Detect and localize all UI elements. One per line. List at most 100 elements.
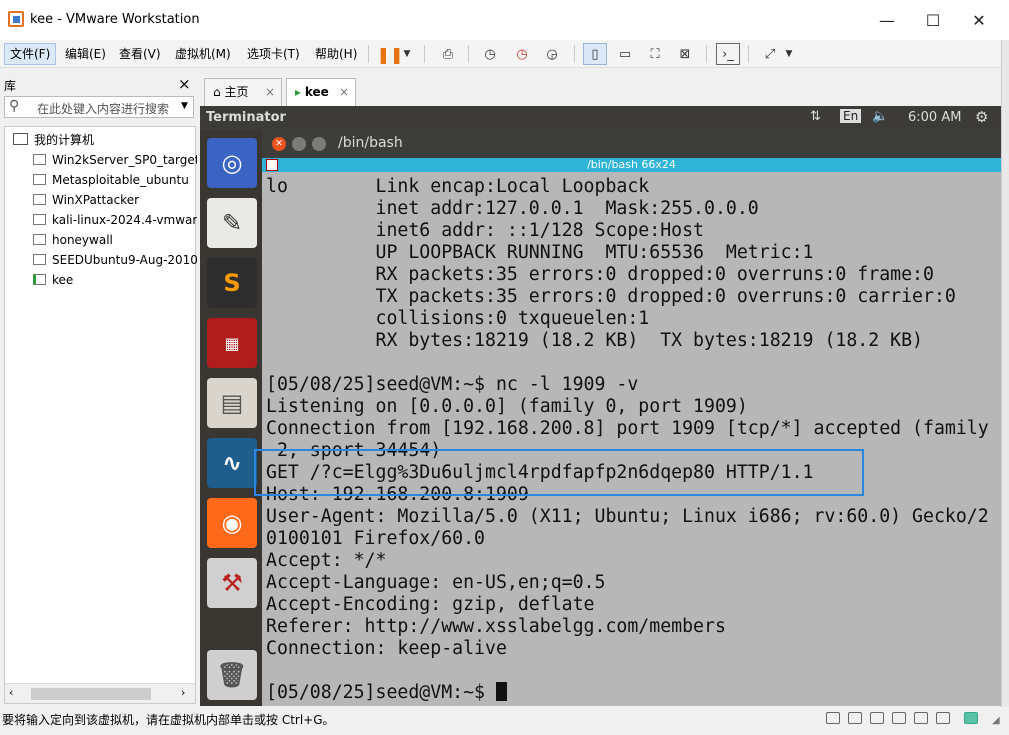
terminal-size-title: /bin/bash 66x24 xyxy=(587,158,676,171)
scroll-left-icon[interactable]: ‹ xyxy=(9,686,13,699)
volume-icon[interactable]: 🔈 xyxy=(872,109,888,124)
maximize-button[interactable]: ☐ xyxy=(910,6,956,34)
library-close-icon[interactable]: × xyxy=(178,75,191,93)
library-view-icon[interactable]: ▯ xyxy=(583,43,607,65)
guest-clock[interactable]: 6:00 AM xyxy=(908,110,961,125)
terminal-title-bar: /bin/bash 66x24 xyxy=(262,158,1001,172)
firefox-icon[interactable]: ◉ xyxy=(207,498,257,548)
tree-item-vm[interactable]: WinXPattacker xyxy=(33,191,197,209)
stretch-icon[interactable]: ⤢ xyxy=(758,43,782,65)
usb-icon[interactable] xyxy=(892,712,906,724)
terminal-prompt-line[interactable]: [05/08/25]seed@VM:~$ xyxy=(266,682,1001,704)
console-view-icon[interactable]: ▭ xyxy=(613,43,637,65)
terminal-line: Connection: keep-alive xyxy=(266,638,507,659)
status-bar: 要将输入定向到该虚拟机，请在虚拟机内部单击或按 Ctrl+G。 ◢ xyxy=(0,707,1009,735)
resize-grip-icon[interactable]: ◢ xyxy=(992,715,1000,726)
fullscreen-icon[interactable]: ⛶ xyxy=(643,43,667,65)
sound-card-icon[interactable] xyxy=(914,712,928,724)
snapshot-icon[interactable]: ◷ xyxy=(478,43,502,65)
tab-home[interactable]: ⌂ 主页 × xyxy=(204,78,282,106)
tab-kee[interactable]: ▸ kee × xyxy=(286,78,356,106)
message-icon[interactable] xyxy=(964,712,978,724)
vm-icon xyxy=(33,154,46,165)
menu-tabs[interactable]: 选项卡(T) xyxy=(242,43,305,65)
tab-close-icon[interactable]: × xyxy=(265,79,275,105)
tree-item-vm[interactable]: honeywall xyxy=(33,231,197,249)
tab-home-label: 主页 xyxy=(224,85,249,99)
vm-label: kee xyxy=(52,273,74,287)
vm-icon xyxy=(33,194,46,205)
horizontal-scrollbar[interactable]: ‹ › xyxy=(5,683,195,703)
menu-toolbar: 文件(F) 编辑(E) 查看(V) 虚拟机(M) 选项卡(T) 帮助(H) ❚❚… xyxy=(0,40,1001,68)
sublime-text-icon[interactable]: S xyxy=(207,258,257,308)
tree-item-vm[interactable]: Win2kServer_SP0_target xyxy=(33,151,197,169)
settings-gear-icon[interactable]: ⚙ xyxy=(975,108,988,126)
menu-file[interactable]: 文件(F) xyxy=(4,43,57,65)
close-button[interactable]: ✕ xyxy=(956,6,1002,34)
tree-item-vm[interactable]: Metasploitable_ubuntu xyxy=(33,171,197,189)
vm-label: WinXPattacker xyxy=(52,193,140,207)
menu-edit[interactable]: 编辑(E) xyxy=(60,43,111,65)
tree-item-vm[interactable]: SEEDUbuntu9-Aug-2010 xyxy=(33,251,197,269)
window-maximize-icon[interactable] xyxy=(312,137,326,151)
ubuntu-dash-icon[interactable]: ◎ xyxy=(207,138,257,188)
terminal-prompt: [05/08/25]seed@VM:~$ xyxy=(266,682,496,703)
unity-icon[interactable]: ⊠ xyxy=(673,43,697,65)
chevron-down-icon[interactable]: ▼ xyxy=(400,43,414,65)
scrollbar-thumb[interactable] xyxy=(31,688,151,700)
window-minimize-icon[interactable] xyxy=(292,137,306,151)
terminal-line: Referer: http://www.xsslabelgg.com/membe… xyxy=(266,616,726,637)
terminator-title-bar: ✕ /bin/bash xyxy=(262,130,1001,158)
vm-label: SEEDUbuntu9-Aug-2010 xyxy=(52,253,197,267)
tree-item-vm-running[interactable]: kee xyxy=(33,271,197,289)
library-search-input[interactable]: ⚲ 在此处键入内容进行搜索 ▼ xyxy=(4,96,194,118)
terminal-line: UP LOOPBACK RUNNING MTU:65536 Metric:1 xyxy=(266,242,814,263)
network-icon[interactable]: ⇅ xyxy=(810,109,821,124)
tab-close-icon[interactable]: × xyxy=(339,79,349,105)
wireshark-icon[interactable]: ∿ xyxy=(207,438,257,488)
snapshot-manager-icon[interactable]: ◶ xyxy=(540,43,564,65)
tree-root[interactable]: 我的计算机 xyxy=(13,131,94,149)
vm-icon xyxy=(33,174,46,185)
terminator-icon[interactable]: ▦ xyxy=(207,318,257,368)
vm-console[interactable]: Terminator ⇅ En 🔈 6:00 AM ⚙ ◎ ✎ S ▦ ▤ ∿ … xyxy=(200,106,1001,706)
chevron-down-icon[interactable]: ▼ xyxy=(181,101,188,111)
terminal-group-icon[interactable] xyxy=(266,159,278,171)
status-text: 要将输入定向到该虚拟机，请在虚拟机内部单击或按 Ctrl+G。 xyxy=(2,713,335,727)
terminal-icon[interactable]: ›_ xyxy=(716,43,740,65)
vm-label: kali-linux-2024.4-vmware xyxy=(52,213,197,227)
trash-icon[interactable]: 🗑 xyxy=(207,650,257,700)
display-icon[interactable] xyxy=(936,712,950,724)
cd-drive-icon[interactable] xyxy=(848,712,862,724)
minimize-button[interactable]: — xyxy=(864,6,910,34)
terminal-line: 0100101 Firefox/60.0 xyxy=(266,528,485,549)
chevron-down-icon[interactable]: ▼ xyxy=(782,43,796,65)
menu-help[interactable]: 帮助(H) xyxy=(310,43,362,65)
revert-snapshot-icon[interactable]: ◷ xyxy=(510,43,534,65)
system-settings-icon[interactable]: ⚒ xyxy=(207,558,257,608)
tree-item-vm[interactable]: kali-linux-2024.4-vmware xyxy=(33,211,197,229)
text-editor-icon[interactable]: ✎ xyxy=(207,198,257,248)
menu-view[interactable]: 查看(V) xyxy=(114,43,166,65)
file-manager-icon[interactable]: ▤ xyxy=(207,378,257,428)
terminal-line: [05/08/25]seed@VM:~$ nc -l 1909 -v xyxy=(266,374,639,395)
scroll-right-icon[interactable]: › xyxy=(181,686,185,699)
terminal-line: Accept-Language: en-US,en;q=0.5 xyxy=(266,572,606,593)
right-edge-strip xyxy=(1001,40,1009,707)
toolbar-separator xyxy=(748,45,749,63)
keyboard-layout[interactable]: En xyxy=(840,109,862,123)
guest-top-panel: Terminator ⇅ En 🔈 6:00 AM ⚙ xyxy=(200,106,1001,130)
tree-root-label: 我的计算机 xyxy=(34,133,95,147)
search-placeholder: 在此处键入内容进行搜索 xyxy=(37,102,170,116)
guest-active-app: Terminator xyxy=(206,110,286,125)
hard-disk-icon[interactable] xyxy=(826,712,840,724)
menu-vm[interactable]: 虚拟机(M) xyxy=(170,43,236,65)
vm-label: Metasploitable_ubuntu xyxy=(52,173,189,187)
pause-icon[interactable]: ❚❚ xyxy=(377,43,404,65)
window-title: kee - VMware Workstation xyxy=(30,12,200,27)
network-adapter-icon[interactable] xyxy=(870,712,884,724)
send-keys-icon[interactable]: ⎙ xyxy=(436,43,460,65)
terminal-output[interactable]: lo Link encap:Local Loopback inet addr:1… xyxy=(266,176,1001,706)
window-close-icon[interactable]: ✕ xyxy=(272,137,286,151)
